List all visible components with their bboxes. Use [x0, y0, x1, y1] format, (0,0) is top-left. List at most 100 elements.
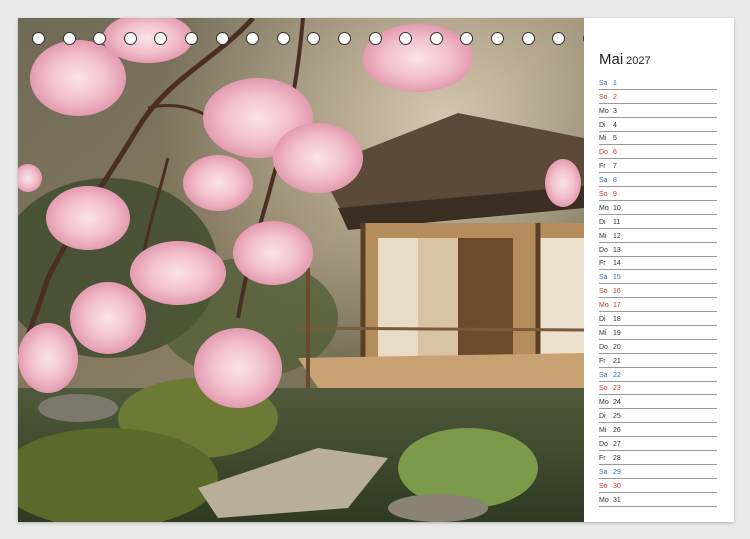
day-number: 25: [613, 413, 621, 421]
day-number: 5: [613, 135, 617, 143]
day-abbr: Mi: [599, 135, 607, 143]
day-row: Do 13: [599, 243, 717, 257]
day-row: Fr 7: [599, 159, 717, 174]
binding-ring: [307, 32, 321, 45]
day-row: Mi 19: [599, 326, 717, 340]
day-row: Mi 26: [599, 423, 717, 438]
day-abbr: Mo: [599, 496, 609, 504]
day-row: Mi 5: [599, 132, 717, 146]
day-abbr: Sa: [599, 177, 608, 185]
day-abbr: Sa: [599, 79, 608, 87]
day-number: 15: [613, 274, 621, 282]
day-row: Di 11: [599, 215, 717, 229]
day-number: 9: [613, 191, 617, 199]
day-number: 14: [613, 260, 621, 268]
day-abbr: So: [599, 93, 608, 101]
day-row: Fr 14: [599, 257, 717, 271]
day-number: 13: [613, 246, 621, 254]
day-abbr: Fr: [599, 357, 606, 365]
day-abbr: So: [599, 191, 608, 199]
day-number: 3: [613, 107, 617, 115]
day-row: Fr 28: [599, 451, 717, 465]
day-row: Do 27: [599, 437, 717, 452]
day-number: 26: [613, 427, 621, 435]
day-row: So 9: [599, 187, 717, 202]
day-number: 2: [613, 93, 617, 101]
day-abbr: Do: [599, 149, 608, 157]
calendar-page: Mai 2027 Sa 1 So 2 Mo 3 Di 4 Mi 5 Do 6 Fr 7 Sa 8 So 9 Mo 10 D…: [18, 18, 734, 522]
month-name: Mai: [599, 51, 624, 68]
day-row: So 30: [599, 479, 717, 493]
day-abbr: Sa: [599, 274, 608, 282]
day-abbr: So: [599, 385, 608, 393]
day-number: 18: [613, 316, 621, 324]
day-number: 29: [613, 468, 621, 476]
binding-ring: [32, 32, 45, 45]
binding-ring: [521, 32, 535, 45]
day-abbr: Sa: [599, 468, 608, 476]
day-abbr: Mi: [599, 232, 607, 240]
binding-ring: [491, 32, 504, 45]
day-number: 8: [613, 177, 617, 185]
day-row: So 16: [599, 284, 717, 299]
day-number: 23: [613, 385, 621, 393]
day-number: 31: [613, 496, 621, 504]
day-abbr: Fr: [599, 163, 606, 171]
day-abbr: Fr: [599, 260, 606, 268]
day-number: 16: [613, 288, 621, 296]
day-abbr: Do: [599, 343, 608, 351]
calendar-column: Mai 2027 Sa 1 So 2 Mo 3 Di 4 Mi 5 Do 6 Fr 7 Sa 8 So 9 Mo 10 D…: [584, 18, 734, 522]
day-number: 30: [613, 482, 621, 490]
day-abbr: So: [599, 288, 608, 296]
day-number: 28: [613, 454, 621, 462]
day-number: 17: [613, 302, 621, 310]
binding-ring: [276, 32, 290, 45]
day-row: So 23: [599, 382, 717, 396]
day-row: Fr 21: [599, 354, 717, 368]
day-abbr: Fr: [599, 454, 606, 462]
day-abbr: Do: [599, 246, 608, 254]
binding-ring: [185, 32, 198, 45]
day-number: 4: [613, 121, 617, 129]
day-row: Sa 22: [599, 368, 717, 382]
day-row: Mo 3: [599, 104, 717, 118]
day-row: Mo 17: [599, 298, 717, 313]
day-abbr: So: [599, 482, 608, 490]
day-abbr: Di: [599, 316, 606, 324]
day-abbr: Di: [599, 218, 606, 226]
day-number: 7: [613, 163, 617, 171]
day-number: 10: [613, 204, 621, 212]
day-number: 21: [613, 357, 621, 365]
day-abbr: Mi: [599, 329, 607, 337]
year-label: 2027: [626, 55, 651, 67]
day-abbr: Mo: [599, 107, 609, 115]
day-row: Di 18: [599, 312, 717, 327]
day-abbr: Mo: [599, 399, 609, 407]
day-number: 27: [613, 441, 621, 449]
day-number: 22: [613, 371, 621, 379]
day-abbr: Mo: [599, 204, 609, 212]
day-number: 19: [613, 329, 621, 337]
day-abbr: Di: [599, 413, 606, 421]
binding-ring: [399, 32, 413, 45]
day-number: 12: [613, 232, 621, 240]
photo-illustration: [18, 18, 584, 522]
day-abbr: Sa: [599, 371, 608, 379]
day-abbr: Mo: [599, 302, 609, 310]
binding-ring: [246, 32, 260, 45]
day-abbr: Do: [599, 441, 608, 449]
day-row: Sa 8: [599, 173, 717, 188]
binding-ring: [154, 32, 168, 45]
binding-ring: [93, 32, 107, 45]
day-row: Sa 1: [599, 76, 717, 90]
day-number: 20: [613, 343, 621, 351]
day-row: Sa 15: [599, 270, 717, 285]
day-row: Mo 31: [599, 493, 717, 507]
day-row: Di 4: [599, 118, 717, 132]
day-number: 6: [613, 149, 617, 157]
day-number: 1: [613, 79, 617, 87]
day-list: Sa 1 So 2 Mo 3 Di 4 Mi 5 Do 6 Fr 7 Sa 8 So 9 Mo 10 Di 11 Mi 12 D…: [599, 76, 717, 507]
day-number: 24: [613, 399, 621, 407]
binding-ring: [215, 32, 229, 45]
month-header: Mai 2027: [599, 51, 651, 69]
